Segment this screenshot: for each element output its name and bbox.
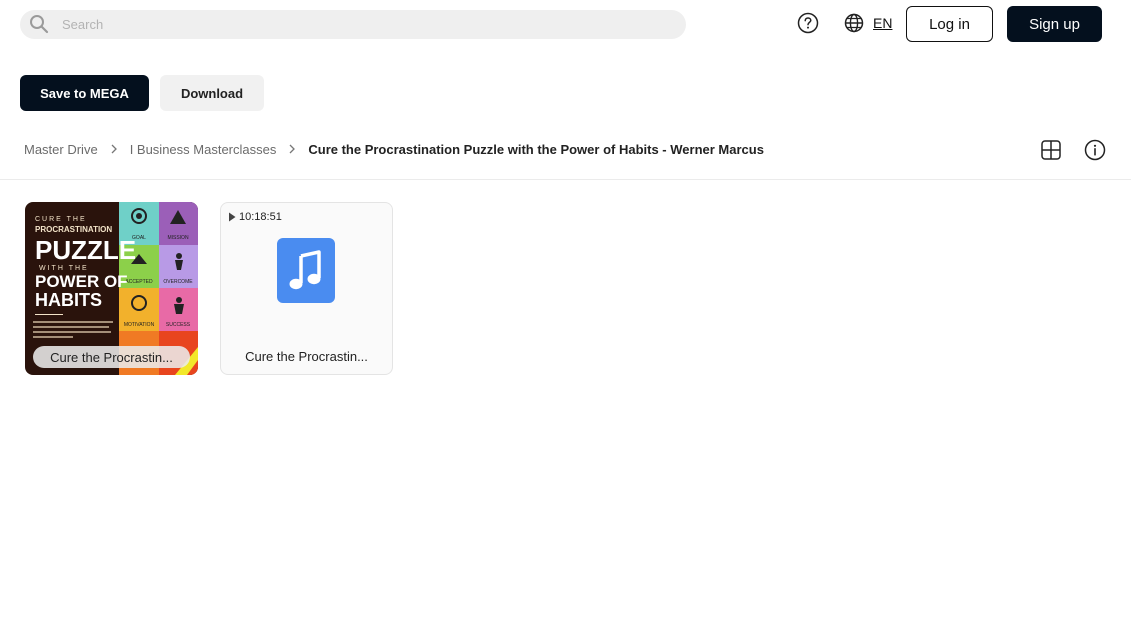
cover-tile-label: ACCEPTED <box>125 279 153 285</box>
signup-button[interactable]: Sign up <box>1007 6 1102 42</box>
search-input[interactable] <box>62 10 662 39</box>
search-bar[interactable] <box>20 10 686 39</box>
breadcrumb-item-business-masterclasses[interactable]: I Business Masterclasses <box>130 142 277 157</box>
help-icon[interactable] <box>797 12 819 34</box>
cover-title-line: PROCRASTINATION <box>35 225 112 234</box>
header-divider <box>0 179 1131 180</box>
breadcrumb: Master Drive I Business Masterclasses Cu… <box>24 140 764 158</box>
language-selector[interactable]: EN <box>844 12 892 34</box>
file-name: Cure the Procrastin... <box>245 349 368 364</box>
chevron-right-icon <box>289 144 296 154</box>
duration-badge: 10:18:51 <box>228 211 282 223</box>
breadcrumb-item-master-drive[interactable]: Master Drive <box>24 142 98 157</box>
play-icon <box>229 212 236 222</box>
file-card-image[interactable]: GOAL MISSION ACCEPTED OVERCOME MOTIVATIO… <box>25 202 198 375</box>
cover-tile-label: OVERCOME <box>163 279 193 285</box>
cover-title-line: HABITS <box>35 290 102 310</box>
save-to-mega-button[interactable]: Save to MEGA <box>20 75 149 111</box>
search-icon <box>30 15 49 34</box>
globe-icon <box>844 13 864 33</box>
cover-title-line: CURE THE <box>35 216 87 223</box>
music-note-icon <box>277 238 335 303</box>
download-button[interactable]: Download <box>160 75 264 111</box>
grid-view-icon[interactable] <box>1040 139 1062 161</box>
file-name: Cure the Procrastin... <box>33 346 190 368</box>
language-code: EN <box>873 15 893 31</box>
info-icon[interactable] <box>1084 139 1106 161</box>
duration-text: 10:18:51 <box>239 211 282 223</box>
breadcrumb-current-folder: Cure the Procrastination Puzzle with the… <box>308 141 764 157</box>
login-button[interactable]: Log in <box>906 6 993 42</box>
cover-title-line: PUZZLE <box>35 235 136 265</box>
cover-title-line: WITH THE <box>39 265 89 272</box>
file-card-audio[interactable]: 10:18:51 Cure the Procrastin... <box>220 202 393 375</box>
cover-tile-label: MOTIVATION <box>124 322 155 328</box>
top-bar: EN Log in Sign up <box>0 0 1131 48</box>
cover-tile-label: SUCCESS <box>166 322 191 328</box>
chevron-right-icon <box>111 144 117 154</box>
cover-title-line: POWER OF <box>35 272 128 291</box>
cover-tile-label: MISSION <box>167 235 189 241</box>
